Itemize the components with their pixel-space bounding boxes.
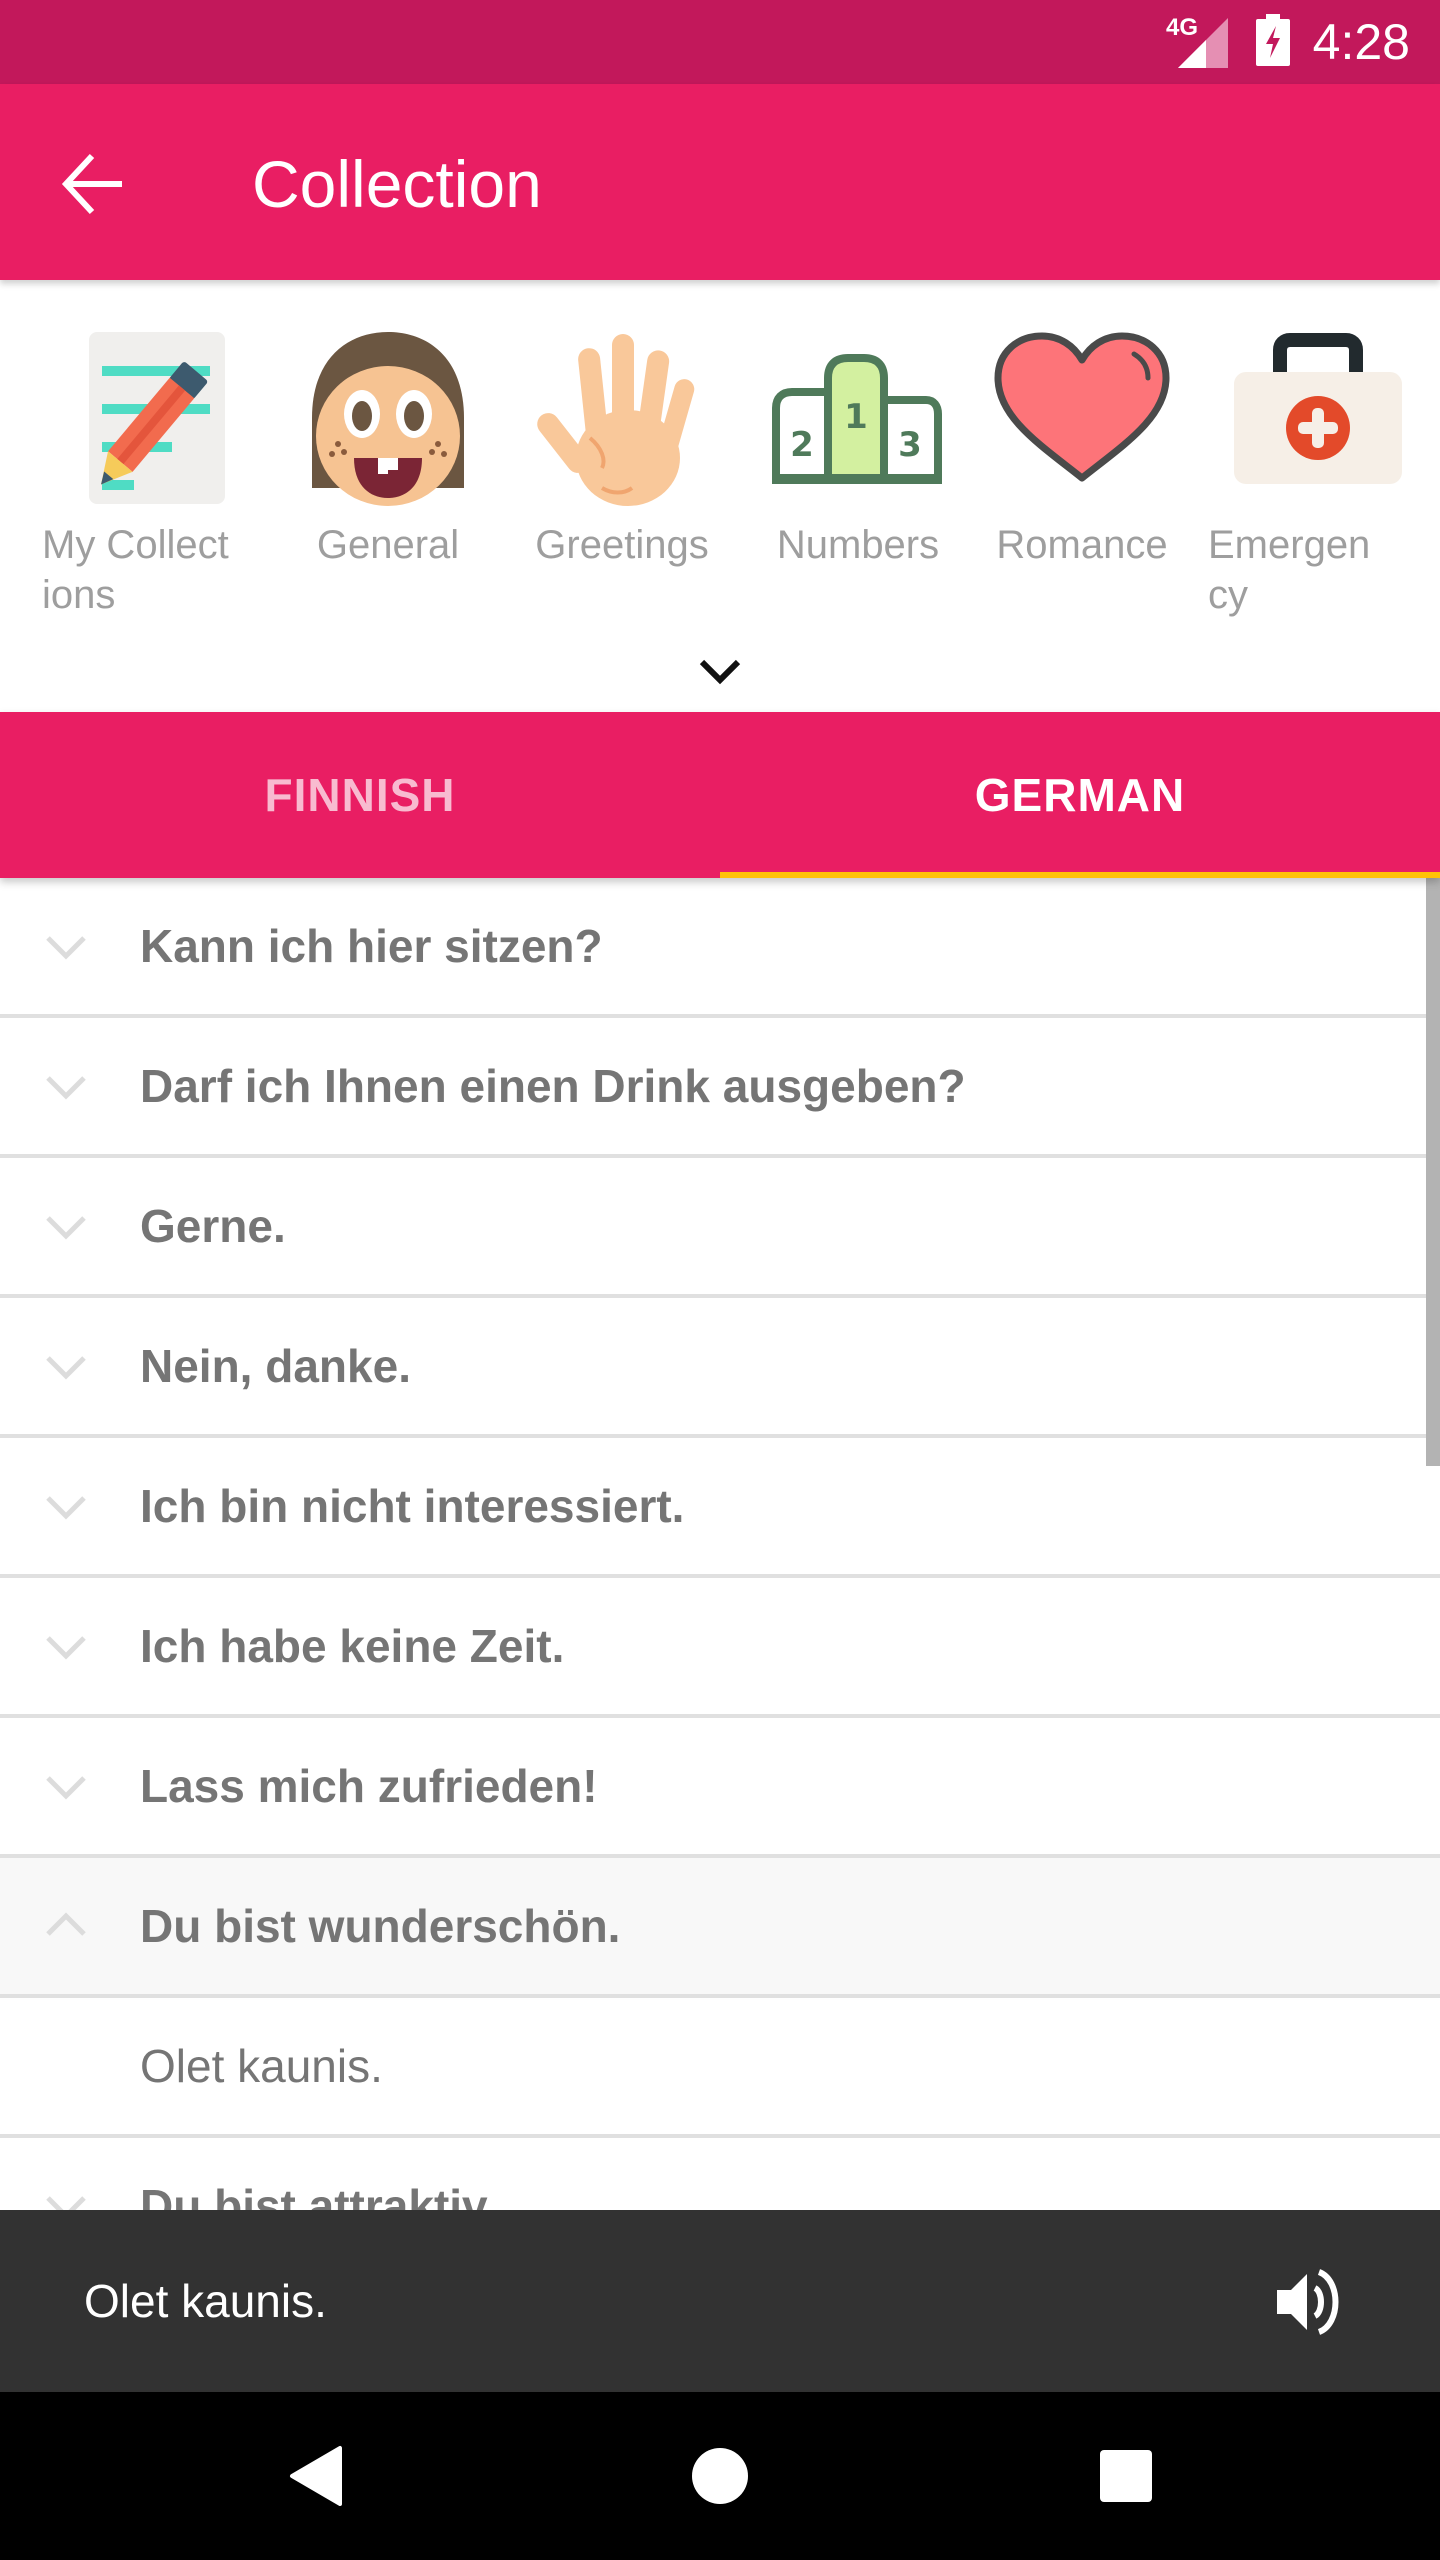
phrase-text: Nein, danke.	[140, 1340, 411, 1392]
category-romance[interactable]: Romance	[972, 328, 1192, 570]
phrase-row[interactable]: Ich bin nicht interessiert.	[0, 1438, 1440, 1578]
phrase-row[interactable]: Nein, danke.	[0, 1298, 1440, 1438]
signal-icon	[1178, 18, 1228, 68]
notepad-pencil-icon	[89, 332, 225, 504]
arrow-back-icon[interactable]	[58, 148, 130, 220]
phrase-translation-row[interactable]: Olet kaunis.	[0, 1998, 1440, 2138]
category-general[interactable]: General	[278, 328, 498, 570]
nav-back-icon[interactable]	[284, 2444, 348, 2508]
phrase-row[interactable]: Lass mich zufrieden!	[0, 1718, 1440, 1858]
chevron-down-icon	[46, 2196, 86, 2210]
chevron-down-icon	[46, 1776, 86, 1800]
svg-text:2: 2	[790, 425, 814, 465]
category-greetings[interactable]: Greetings	[512, 328, 732, 570]
language-tabs: FINNISH GERMAN	[0, 712, 1440, 878]
clock: 4:28	[1312, 14, 1410, 70]
category-label: Numbers	[776, 523, 940, 567]
chevron-down-icon	[46, 1076, 86, 1100]
phrase-text: Ich habe keine Zeit.	[140, 1620, 565, 1672]
phrase-text: Lass mich zufrieden!	[140, 1760, 598, 1812]
chevron-down-icon	[46, 1636, 86, 1660]
translation-text: Olet kaunis.	[140, 2040, 383, 2092]
category-my-collections[interactable]: My Collect ions	[42, 328, 262, 620]
tab-german[interactable]: GERMAN	[720, 712, 1440, 878]
nav-home-icon[interactable]	[688, 2444, 752, 2508]
list-scrollbar[interactable]	[1426, 878, 1440, 1466]
chevron-down-icon	[46, 1356, 86, 1380]
chevron-down-icon[interactable]	[690, 650, 750, 690]
category-label: Romance	[996, 523, 1168, 567]
chevron-down-icon	[46, 1216, 86, 1240]
phrase-row[interactable]: Du bist attraktiv.	[0, 2138, 1440, 2210]
battery-charging-icon	[1256, 14, 1290, 66]
svg-text:3: 3	[898, 425, 922, 465]
heart-icon	[994, 332, 1170, 482]
category-label: Greetings	[535, 523, 709, 567]
phrase-text: Gerne.	[140, 1200, 286, 1252]
page-title: Collection	[252, 147, 542, 221]
nav-recents-icon[interactable]	[1094, 2444, 1158, 2508]
category-strip: My Collect ions General Greetings 2 1 3 …	[0, 280, 1440, 710]
waving-hand-icon	[537, 334, 695, 506]
system-nav-bar	[0, 2392, 1440, 2560]
chevron-up-icon	[46, 1912, 86, 1936]
phrase-row[interactable]: Ich habe keine Zeit.	[0, 1578, 1440, 1718]
snackbar-message: Olet kaunis.	[84, 2275, 327, 2327]
chevron-down-icon	[46, 936, 86, 960]
speaker-icon[interactable]	[1275, 2266, 1345, 2338]
category-label: Emergen cy	[1208, 523, 1371, 617]
app-bar: Collection	[0, 84, 1440, 280]
face-icon	[312, 332, 464, 506]
chevron-down-icon	[46, 1496, 86, 1520]
category-label: General	[316, 523, 460, 567]
status-bar: 4G 4:28	[0, 0, 1440, 84]
podium-icon: 2 1 3	[772, 354, 942, 484]
phrase-row-expanded[interactable]: Du bist wunderschön.	[0, 1858, 1440, 1998]
first-aid-kit-icon	[1234, 333, 1402, 484]
category-emergency[interactable]: Emergen cy	[1208, 328, 1428, 620]
phrase-row[interactable]: Kann ich hier sitzen?	[0, 878, 1440, 1018]
phrase-text: Darf ich Ihnen einen Drink ausgeben?	[140, 1060, 966, 1112]
phrase-text: Du bist attraktiv.	[140, 2180, 497, 2210]
tab-indicator	[720, 872, 1440, 878]
snackbar: Olet kaunis.	[0, 2210, 1440, 2392]
tab-finnish[interactable]: FINNISH	[0, 712, 720, 878]
category-numbers[interactable]: 2 1 3 Numbers	[748, 328, 968, 570]
phrase-text: Ich bin nicht interessiert.	[140, 1480, 685, 1532]
phrase-text: Kann ich hier sitzen?	[140, 920, 603, 972]
phrase-text: Du bist wunderschön.	[140, 1900, 621, 1952]
phrase-row[interactable]: Gerne.	[0, 1158, 1440, 1298]
phrase-list: Kann ich hier sitzen? Darf ich Ihnen ein…	[0, 878, 1440, 2210]
phrase-row[interactable]: Darf ich Ihnen einen Drink ausgeben?	[0, 1018, 1440, 1158]
svg-text:1: 1	[844, 397, 868, 437]
category-label: My Collect ions	[42, 523, 229, 617]
